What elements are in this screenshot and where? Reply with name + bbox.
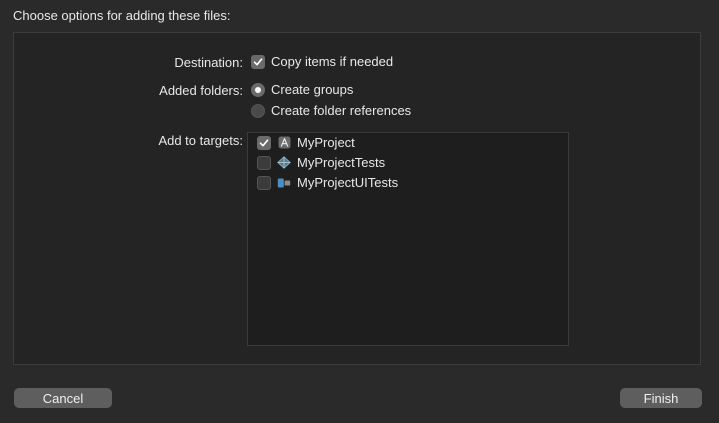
finish-button[interactable]: Finish xyxy=(620,388,702,408)
target-row-myprojectuitests[interactable]: MyProjectUITests xyxy=(257,175,398,190)
create-folder-references-radio[interactable] xyxy=(251,103,265,118)
target-checkbox-myprojectuitests[interactable] xyxy=(257,175,271,190)
create-folder-references-label: Create folder references xyxy=(271,103,412,118)
test-bundle-icon xyxy=(277,156,291,170)
ui-test-icon xyxy=(277,176,291,190)
create-groups-radio[interactable] xyxy=(251,82,265,97)
create-folder-references-option[interactable]: Create folder references xyxy=(251,103,411,118)
checkmark-icon xyxy=(259,138,269,146)
target-checkbox-myprojecttests[interactable] xyxy=(257,155,271,170)
target-row-myproject[interactable]: MyProject xyxy=(257,135,355,150)
checkmark-icon xyxy=(253,57,263,65)
add-to-targets-label: Add to targets: xyxy=(158,133,243,148)
app-icon xyxy=(277,136,291,150)
added-folders-label: Added folders: xyxy=(159,83,243,98)
copy-items-label: Copy items if needed xyxy=(271,54,394,69)
target-row-myprojecttests[interactable]: MyProjectTests xyxy=(257,155,385,170)
target-checkbox-myproject[interactable] xyxy=(257,135,271,150)
options-panel: Destination: Copy items if needed Added … xyxy=(13,32,701,365)
radio-dot-icon xyxy=(255,86,261,93)
targets-list: MyProject MyProjectTests MyProjectUITest… xyxy=(247,132,569,346)
target-name: MyProject xyxy=(297,135,355,150)
destination-label: Destination: xyxy=(174,55,243,70)
dialog-title: Choose options for adding these files: xyxy=(13,8,231,23)
cancel-button[interactable]: Cancel xyxy=(14,388,112,408)
create-groups-label: Create groups xyxy=(271,82,354,97)
copy-items-checkbox[interactable] xyxy=(251,54,265,69)
target-name: MyProjectUITests xyxy=(297,175,399,190)
add-files-dialog: Choose options for adding these files: D… xyxy=(0,0,719,423)
create-groups-option[interactable]: Create groups xyxy=(251,82,353,97)
target-name: MyProjectTests xyxy=(297,155,386,170)
copy-items-option[interactable]: Copy items if needed xyxy=(251,54,393,69)
